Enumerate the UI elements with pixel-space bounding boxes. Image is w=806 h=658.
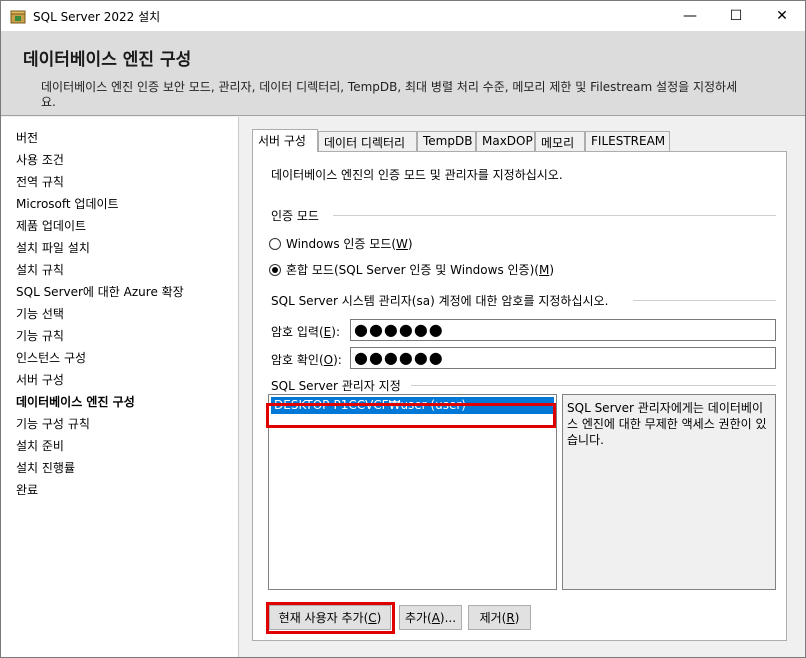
nav-item-ready-to-install[interactable]: 설치 준비 <box>16 437 64 454</box>
mixed-auth-radio[interactable] <box>269 263 281 276</box>
nav-item-database-engine-configuration[interactable]: 데이터베이스 엔진 구성 <box>16 393 135 410</box>
nav-item-microsoft-update[interactable]: Microsoft 업데이트 <box>16 195 119 212</box>
auth-mode-divider <box>333 215 776 216</box>
server-configuration-panel: 데이터베이스 엔진의 인증 모드 및 관리자를 지정하십시오. 인증 모드 Wi… <box>252 151 787 641</box>
tab-data-directories[interactable]: 데이터 디렉터리 <box>318 131 417 151</box>
admins-description: SQL Server 관리자에게는 데이터베이스 엔진에 대한 무제한 액세스 … <box>562 394 776 590</box>
confirm-password-label: 암호 확인(O): <box>271 353 342 367</box>
add-button[interactable]: 추가(A)... <box>399 605 462 630</box>
nav-item-server-configuration[interactable]: 서버 구성 <box>16 371 64 388</box>
mixed-auth-option[interactable]: 혼합 모드(SQL Server 인증 및 Windows 인증)(M) <box>269 261 554 278</box>
instruction-text: 데이터베이스 엔진의 인증 모드 및 관리자를 지정하십시오. <box>271 168 563 182</box>
close-button[interactable]: ✕ <box>759 1 805 31</box>
nav-item-install-setup-files[interactable]: 설치 파일 설치 <box>16 239 90 256</box>
nav-item-license-terms[interactable]: 사용 조건 <box>16 151 64 168</box>
nav-item-global-rules[interactable]: 전역 규칙 <box>16 173 64 190</box>
tab-filestream[interactable]: FILESTREAM <box>585 131 670 151</box>
windows-auth-radio[interactable] <box>269 237 281 250</box>
nav-item-install-rules[interactable]: 설치 규칙 <box>16 261 64 278</box>
page-title: 데이터베이스 엔진 구성 <box>23 50 192 70</box>
auth-mode-label: 인증 모드 <box>271 207 325 224</box>
sa-group-label: SQL Server 시스템 관리자(sa) 계정에 대한 암호를 지정하십시오… <box>271 292 615 309</box>
maximize-button[interactable]: ☐ <box>713 1 759 31</box>
setup-steps-nav: 버전 사용 조건 전역 규칙 Microsoft 업데이트 제품 업데이트 설치… <box>1 117 239 657</box>
admin-entry-highlight-box <box>266 403 556 428</box>
nav-item-complete[interactable]: 완료 <box>16 481 38 498</box>
password-label: 암호 입력(E): <box>271 325 340 339</box>
window-title: SQL Server 2022 설치 <box>33 10 161 24</box>
nav-item-edition[interactable]: 버전 <box>16 129 38 146</box>
nav-item-installation-progress[interactable]: 설치 진행률 <box>16 459 75 476</box>
nav-item-feature-configuration-rules[interactable]: 기능 구성 규칙 <box>16 415 90 432</box>
remove-button[interactable]: 제거(R) <box>468 605 531 630</box>
title-bar: SQL Server 2022 설치 — ☐ ✕ <box>1 1 805 31</box>
nav-item-azure-extension[interactable]: SQL Server에 대한 Azure 확장 <box>16 283 184 300</box>
nav-item-instance-configuration[interactable]: 인스턴스 구성 <box>16 349 86 366</box>
admins-group-label: SQL Server 관리자 지정 <box>271 377 407 394</box>
page-description: 데이터베이스 엔진 인증 보안 모드, 관리자, 데이터 디렉터리, TempD… <box>41 80 738 109</box>
windows-auth-label: Windows 인증 모드(W) <box>286 237 413 251</box>
sa-divider <box>633 300 776 301</box>
setup-window: SQL Server 2022 설치 — ☐ ✕ 데이터베이스 엔진 구성 데이… <box>0 0 806 658</box>
windows-auth-option[interactable]: Windows 인증 모드(W) <box>269 235 413 252</box>
mixed-auth-label: 혼합 모드(SQL Server 인증 및 Windows 인증)(M) <box>286 263 555 277</box>
nav-item-product-updates[interactable]: 제품 업데이트 <box>16 217 86 234</box>
tab-maxdop[interactable]: MaxDOP <box>476 131 535 151</box>
sql-setup-app-icon <box>10 10 26 24</box>
main-content: 서버 구성 데이터 디렉터리 TempDB MaxDOP 메모리 FILESTR… <box>240 117 805 657</box>
page-header: 데이터베이스 엔진 구성 데이터베이스 엔진 인증 보안 모드, 관리자, 데이… <box>1 31 805 116</box>
tab-tempdb[interactable]: TempDB <box>417 131 476 151</box>
add-current-user-highlight-box <box>266 602 395 634</box>
tab-server-configuration[interactable]: 서버 구성 <box>252 129 318 152</box>
minimize-button[interactable]: — <box>667 1 713 31</box>
password-input[interactable]: ●●●●●● <box>350 319 776 341</box>
nav-item-feature-selection[interactable]: 기능 선택 <box>16 305 64 322</box>
nav-item-feature-rules[interactable]: 기능 규칙 <box>16 327 64 344</box>
confirm-password-input[interactable]: ●●●●●● <box>350 347 776 369</box>
admins-divider <box>411 385 776 386</box>
tab-memory[interactable]: 메모리 <box>535 131 585 151</box>
